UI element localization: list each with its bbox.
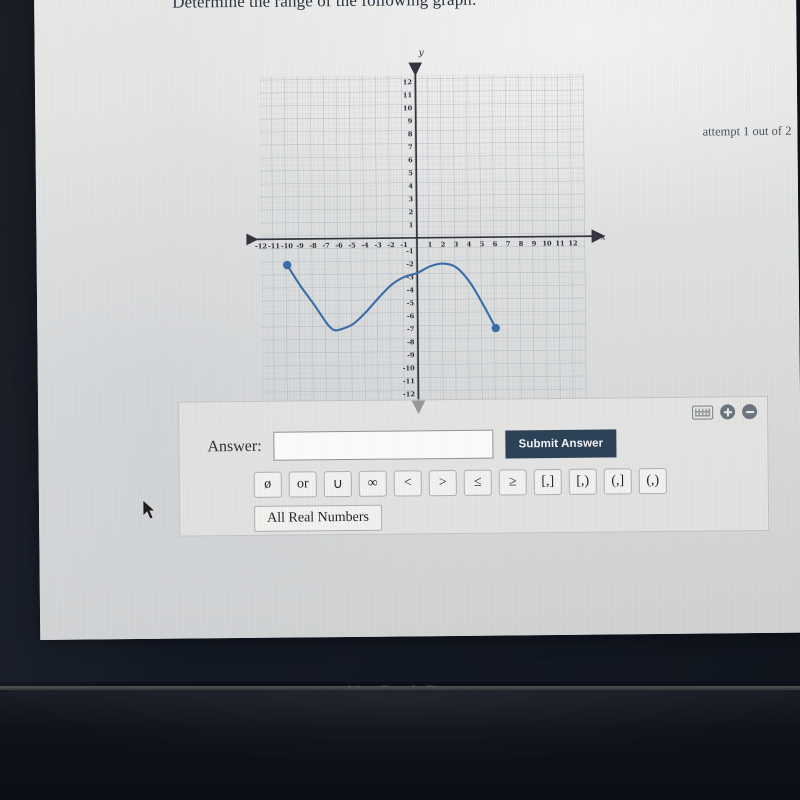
x-tick-label: 3	[454, 240, 459, 248]
y-tick-label: -7	[407, 325, 415, 333]
y-tick-label: 7	[408, 143, 413, 151]
x-tick-label: -6	[335, 242, 343, 250]
x-tick-label: 8	[519, 240, 524, 248]
symbol-button[interactable]: ≤	[463, 469, 492, 496]
y-tick-label: 10	[403, 104, 413, 112]
page-title: Determine the range of the following gra…	[172, 0, 477, 12]
symbol-button[interactable]: [,]	[533, 468, 562, 496]
y-tick-label: 4	[408, 182, 413, 190]
keyboard-icon[interactable]	[692, 405, 714, 420]
symbol-button[interactable]: [,)	[568, 468, 597, 495]
y-tick-label: -10	[403, 364, 415, 372]
y-tick-label: 3	[408, 195, 413, 203]
y-tick-label: 1	[409, 221, 414, 229]
mouse-cursor	[142, 499, 157, 520]
curve-endpoint-dot	[491, 323, 500, 333]
y-tick-label: -11	[403, 377, 415, 385]
laptop-screen: Determine the range of the following gra…	[34, 0, 800, 640]
svg-text:x: x	[600, 233, 605, 243]
all-real-numbers-button[interactable]: All Real Numbers	[253, 504, 383, 532]
y-tick-label: -4	[407, 286, 415, 294]
y-tick-label: 8	[408, 130, 413, 138]
answer-input[interactable]	[273, 429, 494, 461]
answer-panel: Answer: Submit Answer ø or ∪ ∞ < > ≤ ≥ [,] [,) (,]…	[177, 395, 770, 537]
answer-label: Answer:	[207, 437, 262, 455]
y-tick-label: -8	[407, 338, 415, 346]
submit-answer-button[interactable]: Submit Answer	[505, 428, 617, 458]
y-tick-label: -2	[406, 260, 413, 268]
x-tick-label: 5	[480, 240, 485, 248]
answer-row: Answer: Submit Answer	[207, 428, 617, 461]
x-tick-label: 7	[506, 240, 511, 248]
x-tick-label: -9	[296, 242, 304, 250]
symbol-button[interactable]: ≥	[498, 469, 527, 496]
symbol-button[interactable]: or	[288, 471, 317, 498]
y-tick-label: -6	[407, 312, 415, 320]
curve-endpoint-dot	[282, 260, 292, 270]
x-tick-label: 9	[532, 240, 537, 248]
x-tick-label: 2	[441, 241, 446, 249]
x-tick-label: -12	[255, 242, 267, 250]
x-tick-label: -10	[281, 242, 293, 250]
attempt-counter: attempt 1 out of 2	[702, 123, 792, 139]
symbol-button[interactable]: (,]	[603, 468, 632, 495]
y-tick-label: 12	[403, 78, 412, 86]
symbol-button[interactable]: ∞	[358, 470, 387, 497]
graph-svg: y x -12 -11 -10 -9 -8 -7 -6 -5 -4 -3 -2 -1 1 2 3 4 5 6 7 8 9…	[244, 48, 606, 415]
x-tick-label: 12	[568, 239, 577, 247]
y-tick-label: 6	[408, 156, 413, 164]
symbol-button[interactable]: >	[428, 469, 457, 497]
x-tick-label: -7	[322, 242, 330, 250]
x-tick-label: 6	[493, 240, 498, 248]
symbol-button[interactable]: ø	[253, 471, 282, 498]
x-tick-label: 11	[555, 239, 564, 247]
y-tick-label: -9	[407, 351, 415, 359]
symbol-button[interactable]: <	[393, 470, 422, 497]
x-tick-label: -8	[309, 242, 317, 250]
laptop-deck: esc ‹ › ⧉ | Q	[0, 690, 800, 800]
y-tick-label: 2	[409, 208, 414, 216]
y-tick-label: 11	[403, 91, 412, 99]
symbol-button[interactable]: ∪	[323, 470, 352, 498]
page-content: Determine the range of the following gra…	[34, 0, 800, 640]
x-tick-label: 4	[467, 240, 472, 248]
x-tick-label: 10	[542, 240, 552, 248]
zoom-in-icon[interactable]	[720, 404, 736, 420]
x-tick-label: -4	[361, 241, 369, 249]
symbol-keypad: ø or ∪ ∞ < > ≤ ≥ [,] [,) (,] (,)	[253, 467, 667, 498]
x-tick-label: -2	[387, 241, 394, 249]
x-tick-label: -11	[268, 242, 280, 250]
y-tick-label: -12	[403, 390, 415, 398]
y-tick-label: 9	[408, 117, 413, 125]
zoom-out-icon[interactable]	[742, 404, 758, 420]
svg-text:y: y	[418, 48, 425, 58]
panel-tools	[692, 404, 758, 420]
y-tick-label: -5	[407, 299, 415, 307]
y-tick-label: -1	[406, 247, 413, 255]
x-tick-label: -3	[374, 241, 382, 249]
y-tick-label: 5	[408, 169, 413, 177]
x-tick-label: -5	[348, 241, 356, 249]
photo-scene: Determine the range of the following gra…	[0, 0, 800, 800]
coordinate-graph: y x -12 -11 -10 -9 -8 -7 -6 -5 -4 -3 -2 -1 1 2 3 4 5 6 7 8 9…	[244, 38, 609, 416]
symbol-button[interactable]: (,)	[638, 467, 667, 495]
all-real-numbers-row: All Real Numbers	[253, 504, 383, 532]
x-tick-label: 1	[428, 241, 433, 249]
